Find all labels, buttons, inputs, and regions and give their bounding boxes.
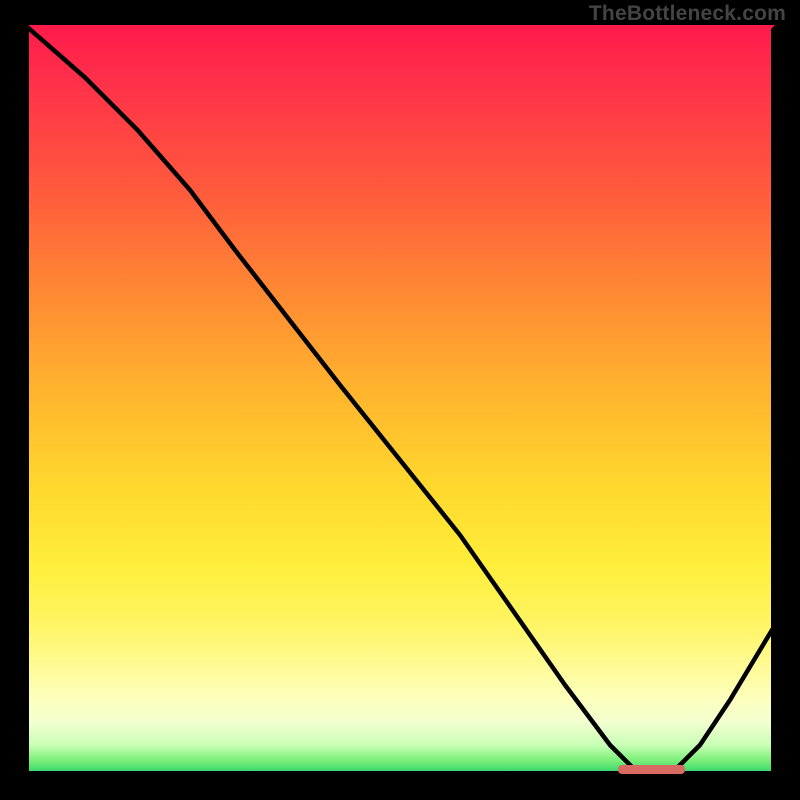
optimal-range-marker [618, 765, 686, 774]
chart-frame: { "watermark": "TheBottleneck.com", "col… [0, 0, 800, 800]
bottleneck-curve [25, 25, 775, 775]
watermark-text: TheBottleneck.com [589, 2, 786, 26]
